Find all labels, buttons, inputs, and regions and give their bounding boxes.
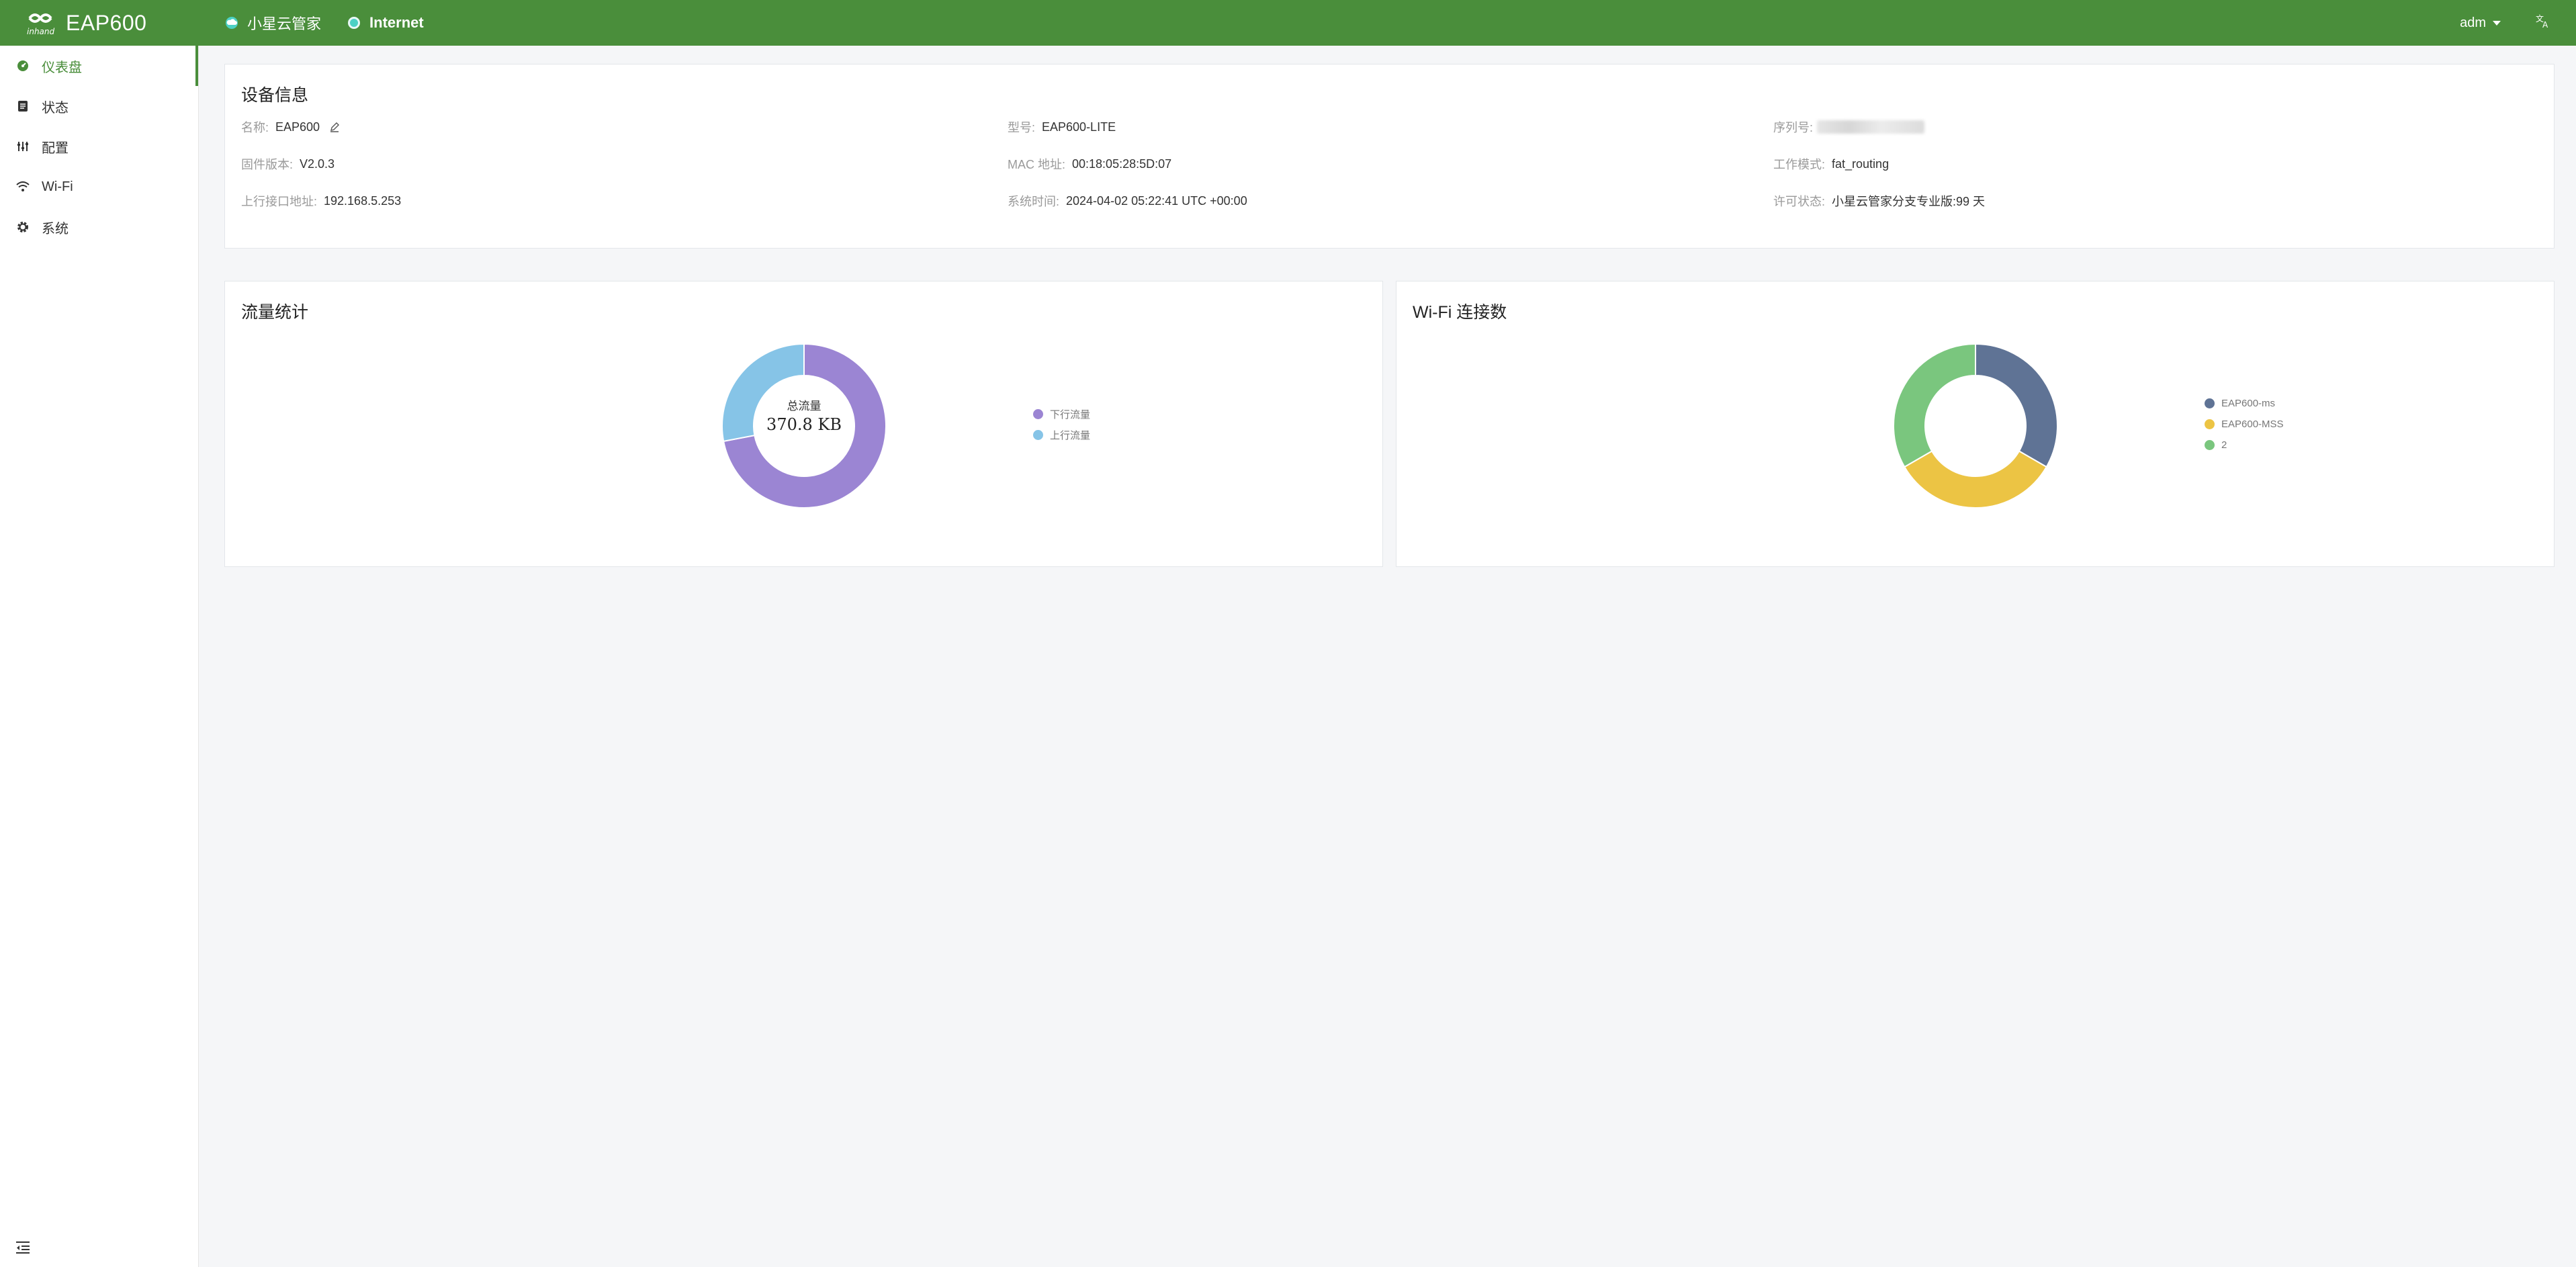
- legend-dot-icon: [2205, 419, 2215, 429]
- cloud-icon: [224, 15, 239, 30]
- legend-dot-icon: [2205, 398, 2215, 408]
- collapse-menu-icon[interactable]: [15, 1240, 31, 1255]
- sidebar-item-dashboard[interactable]: 仪表盘: [0, 46, 198, 86]
- uplink-row: 上行接口地址: 192.168.5.253: [241, 192, 401, 210]
- wifi-icon: [16, 180, 30, 193]
- mode-row: 工作模式: fat_routing: [1773, 155, 1889, 173]
- wifi-donut-chart: [1893, 343, 2058, 509]
- wifi-legend-label: EAP600-ms: [2221, 398, 2276, 409]
- wifi-legend-item[interactable]: EAP600-MSS: [2205, 414, 2284, 435]
- cloud-manager-link[interactable]: 小星云管家: [224, 12, 321, 34]
- dashboard-icon: [16, 59, 30, 73]
- traffic-legend-item[interactable]: 上行流量: [1033, 425, 1090, 445]
- product-name: EAP600: [66, 10, 147, 35]
- svg-text:inhand: inhand: [27, 27, 55, 36]
- traffic-legend-label: 下行流量: [1050, 409, 1091, 421]
- serial-label: 序列号:: [1773, 121, 1814, 134]
- traffic-donut-chart: [721, 343, 887, 509]
- sidebar-item-label: Wi-Fi: [42, 179, 73, 194]
- edit-icon[interactable]: [329, 122, 340, 132]
- uplink-value: 192.168.5.253: [324, 193, 402, 208]
- firmware-row: 固件版本: V2.0.3: [241, 155, 335, 173]
- wifi-legend-item[interactable]: 2: [2205, 435, 2284, 455]
- system-time-value: 2024-04-02 05:22:41 UTC +00:00: [1066, 193, 1247, 208]
- sidebar-item-label: 状态: [42, 100, 69, 116]
- mac-value: 00:18:05:28:5D:07: [1072, 157, 1172, 171]
- legend-dot-icon: [1033, 409, 1043, 419]
- license-label: 许可状态:: [1773, 195, 1826, 208]
- wifi-slice-1[interactable]: [1975, 343, 2058, 468]
- svg-text:A: A: [2542, 20, 2548, 28]
- traffic-title: 流量统计: [241, 303, 309, 322]
- wifi-legend-label: 2: [2221, 439, 2227, 451]
- traffic-legend-label: 上行流量: [1050, 430, 1091, 441]
- username: adm: [2460, 15, 2486, 30]
- device-info-card: 设备信息 名称: EAP600 型号: EAP600-LITE 序列号: 固件版…: [224, 64, 2555, 249]
- gear-icon: [16, 220, 30, 234]
- wifi-title: Wi-Fi 连接数: [1413, 303, 1507, 322]
- wifi-legend-item[interactable]: EAP600-ms: [2205, 393, 2284, 414]
- model-label: 型号:: [1008, 121, 1036, 134]
- document-icon: [16, 99, 30, 113]
- wifi-legend-label: EAP600-MSS: [2221, 419, 2284, 430]
- sliders-icon: [16, 140, 30, 153]
- sidebar: 仪表盘 状态 配置 Wi-Fi 系统: [0, 46, 199, 1267]
- wifi-connections-card: Wi-Fi 连接数 EAP600-ms EAP600-MSS 2: [1396, 281, 2555, 567]
- system-time-label: 系统时间:: [1008, 195, 1060, 208]
- chevron-down-icon: [2493, 20, 2501, 26]
- uplink-label: 上行接口地址:: [241, 195, 318, 208]
- mode-value: fat_routing: [1832, 157, 1890, 171]
- sidebar-item-label: 仪表盘: [42, 60, 82, 75]
- serial-value-redacted: [1817, 120, 1925, 134]
- traffic-stats-card: 流量统计 总流量 370.8 KB 下行流量 上行流量: [224, 281, 1383, 567]
- internet-status-label: Internet: [369, 14, 424, 31]
- device-name-value: EAP600: [275, 120, 320, 134]
- license-row: 许可状态: 小星云管家分支专业版:99 天: [1773, 192, 1985, 210]
- brand[interactable]: inhand EAP600: [0, 9, 199, 37]
- sidebar-item-status[interactable]: 状态: [0, 86, 198, 126]
- sidebar-item-system[interactable]: 系统: [0, 207, 198, 247]
- cloud-manager-label: 小星云管家: [247, 15, 322, 32]
- top-bar: inhand EAP600 小星云管家 Internet adm 文 A: [0, 0, 2576, 46]
- system-time-row: 系统时间: 2024-04-02 05:22:41 UTC +00:00: [1008, 192, 1247, 210]
- status-dot-icon: [347, 15, 361, 30]
- sidebar-item-config[interactable]: 配置: [0, 126, 198, 167]
- device-info-title: 设备信息: [241, 86, 309, 105]
- sidebar-item-wifi[interactable]: Wi-Fi: [0, 167, 198, 207]
- internet-status-link[interactable]: Internet: [347, 14, 424, 32]
- traffic-legend: 下行流量 上行流量: [1033, 404, 1090, 445]
- firmware-value: V2.0.3: [300, 157, 335, 171]
- device-name-row: 名称: EAP600: [241, 118, 340, 136]
- model-value: EAP600-LITE: [1042, 120, 1116, 134]
- firmware-label: 固件版本:: [241, 158, 294, 171]
- user-menu[interactable]: adm: [2460, 15, 2501, 31]
- mode-label: 工作模式:: [1773, 158, 1826, 171]
- serial-row: 序列号:: [1773, 118, 1925, 136]
- sidebar-item-label: 配置: [42, 140, 69, 156]
- inhand-logo-icon: inhand: [24, 9, 59, 37]
- traffic-slice-2[interactable]: [721, 343, 805, 443]
- model-row: 型号: EAP600-LITE: [1008, 118, 1116, 136]
- wifi-legend: EAP600-ms EAP600-MSS 2: [2205, 393, 2284, 455]
- traffic-legend-item[interactable]: 下行流量: [1033, 404, 1090, 425]
- sidebar-item-label: 系统: [42, 221, 69, 236]
- mac-label: MAC 地址:: [1008, 158, 1066, 171]
- translate-icon[interactable]: 文 A: [2536, 13, 2550, 32]
- wifi-slice-2[interactable]: [1903, 450, 2048, 509]
- device-name-label: 名称:: [241, 121, 269, 134]
- mac-row: MAC 地址: 00:18:05:28:5D:07: [1008, 155, 1171, 173]
- license-value: 小星云管家分支专业版:99 天: [1832, 195, 1986, 208]
- legend-dot-icon: [2205, 440, 2215, 450]
- legend-dot-icon: [1033, 430, 1043, 440]
- wifi-slice-3[interactable]: [1893, 343, 1976, 468]
